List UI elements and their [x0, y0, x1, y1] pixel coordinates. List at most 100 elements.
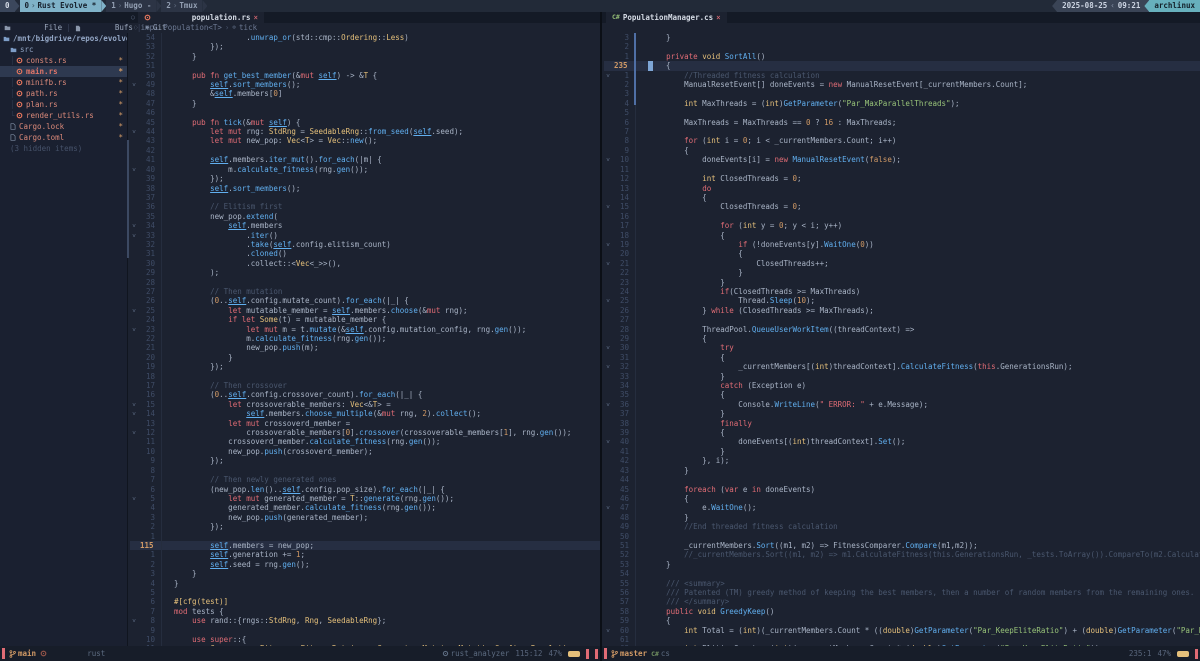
code-line[interactable]: 7: [604, 127, 1200, 136]
code-line[interactable]: 27 // Then mutation: [130, 287, 600, 296]
code-window-left[interactable]: 54 .unwrap_or(std::cmp::Ordering::Less)5…: [128, 33, 600, 646]
code-line[interactable]: 48 }: [604, 513, 1200, 522]
fold-open-icon[interactable]: v: [604, 344, 612, 352]
code-line[interactable]: 18: [130, 372, 600, 381]
scrollbar-thumb[interactable]: [634, 33, 636, 105]
code-line[interactable]: 32 .take(self.config.elitism_count): [130, 240, 600, 249]
code-line[interactable]: 44: [604, 475, 1200, 484]
tab-population-rs[interactable]: population.rs ×: [138, 12, 264, 23]
breadcrumb-scope[interactable]: impl Population<T>: [141, 23, 222, 33]
code-line[interactable]: 26 (0..self.config.mutate_count).for_eac…: [130, 296, 600, 305]
code-line[interactable]: 31 {: [604, 353, 1200, 362]
menu-item-file[interactable]: File: [44, 23, 62, 33]
code-line[interactable]: v1 //Threaded fitness calculation: [604, 71, 1200, 80]
code-line[interactable]: 12 int ClosedThreads = 0;: [604, 174, 1200, 183]
code-line[interactable]: 115 self.members = new_pop;: [130, 541, 600, 550]
code-line[interactable]: v33 .iter(): [130, 231, 600, 240]
code-line[interactable]: 56 /// Patented (TM) greedy method of ke…: [604, 588, 1200, 597]
code-line[interactable]: 2 self.seed = rng.gen();: [130, 560, 600, 569]
code-line[interactable]: 45 pub fn tick(&mut self) {: [130, 118, 600, 127]
code-line[interactable]: 9: [130, 626, 600, 635]
code-line[interactable]: 20 }: [130, 353, 600, 362]
close-icon[interactable]: ×: [253, 12, 258, 23]
tree-item-main.rs[interactable]: │main.rs*: [0, 66, 127, 77]
tree-item-consts.rs[interactable]: │consts.rs*: [0, 55, 127, 66]
fold-open-icon[interactable]: v: [130, 617, 138, 625]
code-line[interactable]: v25 Thread.Sleep(10);: [604, 296, 1200, 305]
fold-open-icon[interactable]: v: [130, 325, 138, 333]
code-line[interactable]: v32 _currentMembers[(int)threadContext].…: [604, 362, 1200, 371]
code-line[interactable]: v10 doneEvents[i] = new ManualResetEvent…: [604, 155, 1200, 164]
code-line[interactable]: 7mod tests {: [130, 607, 600, 616]
fold-open-icon[interactable]: v: [130, 429, 138, 437]
code-line[interactable]: 18 {: [604, 231, 1200, 240]
code-line[interactable]: 29 {: [604, 334, 1200, 343]
code-line[interactable]: 53 }: [604, 560, 1200, 569]
tree-item-path.rs[interactable]: │path.rs*: [0, 88, 127, 99]
code-line[interactable]: 235 {: [604, 61, 1200, 70]
tree-item-cargo.lock[interactable]: Cargo.lock*: [0, 121, 127, 132]
code-line[interactable]: 27: [604, 315, 1200, 324]
code-line[interactable]: 37 }: [604, 409, 1200, 418]
code-line[interactable]: v11 Crossover, Fitness, FitnessRetrieve,…: [130, 644, 600, 646]
code-line[interactable]: 17 for (int y = 0; y < i; y++): [604, 221, 1200, 230]
code-line[interactable]: 24 if let Some(t) = mutatable_member {: [130, 315, 600, 324]
code-line[interactable]: 33 }: [604, 372, 1200, 381]
code-line[interactable]: 11: [604, 165, 1200, 174]
code-line[interactable]: 5: [130, 588, 600, 597]
code-line[interactable]: 46 {: [604, 494, 1200, 503]
fold-open-icon[interactable]: v: [604, 626, 612, 634]
code-line[interactable]: 2 ManualResetEvent[] doneEvents = new Ma…: [604, 80, 1200, 89]
code-line[interactable]: 3 }: [130, 569, 600, 578]
code-line[interactable]: 28 ThreadPool.QueueUserWorkItem((threadC…: [604, 325, 1200, 334]
tree-root[interactable]: /mnt/bigdrive/repos/evolve_: [0, 33, 127, 44]
code-line[interactable]: 47 }: [130, 99, 600, 108]
code-line[interactable]: 54 .unwrap_or(std::cmp::Ordering::Less): [130, 33, 600, 42]
code-line[interactable]: 1 private void SortAll(): [604, 52, 1200, 61]
tree-item-minifb.rs[interactable]: │minifb.rs*: [0, 77, 127, 88]
code-line[interactable]: v40 m.calculate_fitness(rng.gen());: [130, 165, 600, 174]
fold-open-icon[interactable]: v: [604, 259, 612, 267]
code-line[interactable]: 10 new_pop.push(crossoverd_member);: [130, 447, 600, 456]
code-line[interactable]: 46: [130, 108, 600, 117]
code-line[interactable]: 17 // Then crossover: [130, 381, 600, 390]
code-line[interactable]: 1 self.generation += 1;: [130, 550, 600, 559]
code-line[interactable]: v34 self.members: [130, 221, 600, 230]
code-line[interactable]: 35 new_pop.extend(: [130, 212, 600, 221]
code-line[interactable]: 35 {: [604, 390, 1200, 399]
code-line[interactable]: 2 });: [130, 522, 600, 531]
code-line[interactable]: v15 ClosedThreads = 0;: [604, 202, 1200, 211]
code-line[interactable]: 8 for (int i = 0; i < _currentMembers.Co…: [604, 136, 1200, 145]
tree-item-src[interactable]: src: [0, 44, 127, 55]
code-line[interactable]: v23 let mut m = t.mutate(&self.config.mu…: [130, 325, 600, 334]
code-line[interactable]: 34 catch (Exception e): [604, 381, 1200, 390]
tree-item--3-hidden-items-[interactable]: (3 hidden items): [0, 143, 127, 154]
code-line[interactable]: 42 }, i);: [604, 456, 1200, 465]
code-line[interactable]: 8: [130, 466, 600, 475]
code-line[interactable]: 5: [604, 108, 1200, 117]
code-line[interactable]: 6#[cfg(test)]: [130, 597, 600, 606]
code-line[interactable]: 4 int MaxThreads = (int)GetParameter("Pa…: [604, 99, 1200, 108]
code-line[interactable]: 41 self.members.iter_mut().for_each(|m| …: [130, 155, 600, 164]
code-line[interactable]: 39 });: [130, 174, 600, 183]
code-line[interactable]: 38 finally: [604, 419, 1200, 428]
fold-open-icon[interactable]: v: [130, 231, 138, 239]
fold-open-icon[interactable]: v: [130, 495, 138, 503]
code-line[interactable]: 48 &self.members[0]: [130, 89, 600, 98]
code-line[interactable]: v44 let mut rng: StdRng = SeedableRng::f…: [130, 127, 600, 136]
code-line[interactable]: 50: [604, 532, 1200, 541]
code-line[interactable]: 6 MaxThreads = MaxThreads == 0 ? 16 : Ma…: [604, 118, 1200, 127]
code-line[interactable]: 31 .cloned(): [130, 249, 600, 258]
code-line[interactable]: 16 (0..self.config.crossover_count).for_…: [130, 390, 600, 399]
fold-open-icon[interactable]: v: [130, 81, 138, 89]
code-line[interactable]: 54: [604, 569, 1200, 578]
code-line[interactable]: 10 use super::{: [130, 635, 600, 644]
fold-open-icon[interactable]: v: [604, 401, 612, 409]
close-icon[interactable]: ×: [716, 12, 721, 23]
code-line[interactable]: 19 });: [130, 362, 600, 371]
code-line[interactable]: 43 let mut new_pop: Vec<T> = Vec::new();: [130, 136, 600, 145]
fold-open-icon[interactable]: v: [604, 438, 612, 446]
code-line[interactable]: 9 });: [130, 456, 600, 465]
code-line[interactable]: 4}: [130, 579, 600, 588]
code-line[interactable]: 7 // Then newly generated ones: [130, 475, 600, 484]
